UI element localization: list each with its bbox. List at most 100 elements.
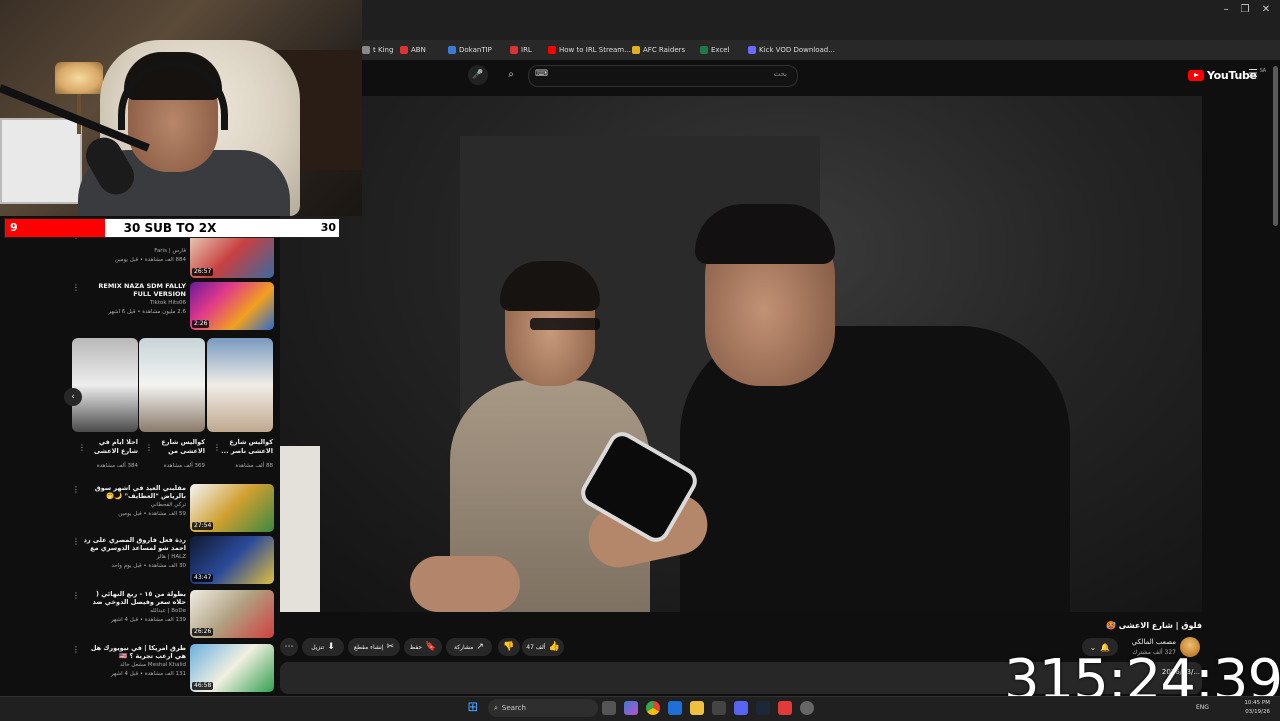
list-item[interactable]: 27:54 مقلبني العيد في اشهر سوق بالرياض "ا… [72,484,274,532]
list-item[interactable]: 46:58 طرق امريكا | في نيويورك هل هي ارعب … [72,644,274,692]
video-thumbnail[interactable]: 43:47 [190,536,274,584]
store-icon[interactable] [712,701,726,715]
bookmark-item[interactable]: Kick VOD Download... [748,43,835,57]
kebab-icon[interactable]: ⋮ [72,282,80,294]
rec-title[interactable]: بطولة من ١٥ - ربع النهائي ( حلاه سعر وفي… [82,590,186,606]
rec-meta: 139 ألف مشاهدة • قبل 4 أشهر [110,617,186,623]
like-button[interactable]: 47 ألف 👍 [522,638,564,656]
kebab-icon[interactable]: ⋮ [72,536,80,548]
list-item[interactable]: 43:47 ردة فعل فاروق المصري على رد احمد شو… [72,536,274,584]
video-duration: 27:54 [192,522,214,530]
bookmark-label: t King [373,46,394,54]
file-explorer-icon[interactable] [690,701,704,715]
video-duration: 46:58 [192,682,214,690]
rec-channel[interactable]: فارس | Faris [82,248,186,255]
rec-meta: 2.6 مليون مشاهدة • قبل 6 أشهر [108,309,186,315]
monitor [0,118,82,204]
video-thumbnail[interactable]: 2:26 [190,282,274,330]
clock-date[interactable]: 03/19/26 [1236,708,1270,717]
kebab-icon[interactable]: ⋮ [78,442,86,454]
rec-channel[interactable]: Tiktok Hits06 [82,300,186,307]
save-button[interactable]: حفظ 🔖 [404,638,442,656]
search-button[interactable]: ⌕ [500,65,522,85]
kebab-icon[interactable]: ⋮ [213,442,221,454]
search-input[interactable]: بحث ⌨ [528,65,798,87]
discord-icon[interactable] [734,701,748,715]
taskbar-search-label: Search [501,704,526,712]
short-title[interactable]: كواليس شارع الاعشى من عيو... [149,438,205,458]
menu-icon[interactable]: ☰ [1248,68,1260,80]
kebab-icon[interactable]: ⋮ [145,442,153,454]
rec-channel[interactable]: BoDe | عبدالله [82,608,186,615]
video-thumbnail[interactable]: 26:26 [190,590,274,638]
video-thumbnail[interactable]: 27:54 [190,484,274,532]
short-thumbnail[interactable] [207,338,273,432]
rec-title[interactable]: طرق امريكا | في نيويورك هل هي ارعب تجربة… [82,644,186,660]
search-placeholder: بحث [773,70,787,78]
bookmark-item[interactable]: AFC Raiders [632,43,685,57]
obs-icon[interactable] [800,701,814,715]
bookmark-item[interactable]: ABN [400,43,426,57]
rec-title[interactable]: ردة فعل فاروق المصري على رد احمد شو لمسا… [82,536,186,552]
bookmark-item[interactable]: Excel [700,43,730,57]
short-thumbnail[interactable] [72,338,138,432]
rec-title[interactable]: مقلبني العيد في اشهر سوق بالرياض "العطاي… [82,484,186,500]
short-views: 384 ألف مشاهدة [96,463,138,469]
more-actions-button[interactable]: ⋯ [280,638,298,656]
task-view-icon[interactable] [602,701,616,715]
close-icon[interactable]: ✕ [1258,2,1274,18]
chevron-left-icon: ‹ [71,392,75,402]
chrome-icon[interactable] [646,701,660,715]
keyboard-icon[interactable]: ⌨ [535,69,548,79]
list-item[interactable]: 26:26 بطولة من ١٥ - ربع النهائي ( حلاه سع… [72,590,274,638]
bookmark-label: AFC Raiders [643,46,686,54]
download-button[interactable]: تنزيل ⬇ [302,638,344,656]
copilot-icon[interactable] [624,701,638,715]
bookmark-label: IRL [521,46,532,54]
bookmark-item[interactable]: t King [362,43,393,57]
minimize-icon[interactable]: – [1218,2,1234,18]
bookmark-item[interactable]: DokanTIP [448,43,492,57]
rec-title[interactable]: REMIX NAZA SDM FALLY FULL VERSION [82,282,186,298]
share-button[interactable]: مشاركة ↗ [446,638,492,656]
clock-time[interactable]: 10:45 PM [1240,699,1270,708]
shorts-prev-button[interactable]: ‹ [64,388,82,406]
dislike-button[interactable]: 👎 [498,638,520,656]
video-title: فلوق | شارع الاعشى 🥵 [1105,621,1202,630]
voice-search-button[interactable]: 🎤 [468,65,488,85]
mail-icon[interactable] [668,701,682,715]
bookmark-favicon-icon [548,46,556,54]
short-title[interactable]: احلا ايام في شارع الاعشى من ... [82,438,138,458]
kebab-icon[interactable]: ⋮ [72,590,80,602]
windows-start-icon[interactable]: ⊞ [466,701,480,715]
rec-channel[interactable]: HALZ | هالز [82,554,186,561]
app-icon[interactable] [778,701,792,715]
bookmark-item[interactable]: IRL [510,43,532,57]
bookmark-label: Excel [711,46,730,54]
scissors-icon: ✂ [386,642,395,652]
share-label: مشاركة [454,643,474,651]
bookmark-item[interactable]: How to IRL Stream... [548,43,631,57]
bookmark-label: ABN [411,46,426,54]
steam-icon[interactable] [756,701,770,715]
video-player[interactable] [280,96,1202,612]
rec-channel[interactable]: Meshal Khalid مشعل خالد [82,662,186,669]
rec-channel[interactable]: تركي القحطاني [82,502,186,509]
page-scrollbar[interactable] [1273,66,1278,226]
short-title[interactable]: كواليس شارع الاعشى ناصر ... [217,438,273,456]
bookmark-favicon-icon [510,46,518,54]
restore-icon[interactable]: ❐ [1237,2,1253,18]
youtube-play-icon [1188,69,1204,81]
list-item[interactable]: 2:26 REMIX NAZA SDM FALLY FULL VERSION Tik… [72,282,274,330]
language-indicator[interactable]: ENG [1196,702,1212,714]
taskbar-search[interactable]: ⌕ Search [488,699,598,717]
short-thumbnail[interactable] [139,338,205,432]
kebab-icon[interactable]: ⋮ [72,484,80,496]
video-duration: 26:26 [192,628,214,636]
more-icon: ⋯ [284,642,294,652]
kebab-icon[interactable]: ⋮ [72,644,80,656]
clip-button[interactable]: إنشاء مقطع ✂ [348,638,400,656]
rec-meta: 884 ألف مشاهدة • قبل يومين [114,257,186,263]
video-thumbnail[interactable]: 46:58 [190,644,274,692]
rec-meta: 59 ألف مشاهدة • قبل يومين [118,511,186,517]
